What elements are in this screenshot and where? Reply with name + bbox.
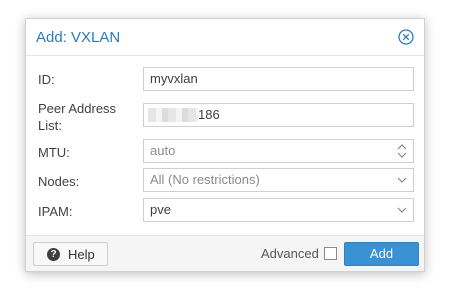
advanced-checkbox[interactable] [324,247,337,260]
chevron-down-icon[interactable] [395,172,409,188]
question-circle-icon: ? [47,248,60,261]
ipam-value: pve [150,202,171,217]
peer-address-input[interactable]: 186 [143,103,414,127]
close-icon[interactable] [398,29,414,45]
advanced-label: Advanced [261,246,319,261]
nodes-value: All (No restrictions) [150,172,260,187]
help-button[interactable]: ? Help [33,242,108,266]
mtu-placeholder: auto [150,143,176,158]
nodes-label: Nodes: [38,174,80,189]
spinner-up-down-icon[interactable] [395,143,409,159]
dialog-footer: ? Help Advanced Add [26,235,424,271]
mtu-input[interactable]: auto [143,139,414,163]
peer-address-value: 186 [198,107,220,122]
id-label: ID: [38,72,55,87]
id-input[interactable]: myvxlan [143,67,414,91]
dialog-title: Add: VXLAN [36,29,121,46]
ipam-select[interactable]: pve [143,198,414,222]
peer-address-label-line2: List: [38,118,62,133]
peer-address-label-line1: Peer Address [38,101,117,116]
add-vxlan-dialog: Add: VXLAN ID: myvxlan Peer Address List… [25,18,425,272]
help-button-label: Help [68,247,95,262]
chevron-down-icon[interactable] [395,202,409,218]
mtu-label: MTU: [38,145,70,160]
dialog-header: Add: VXLAN [26,19,424,56]
ipam-label: IPAM: [38,204,73,219]
peer-address-label: Peer Address List: [38,100,116,134]
redacted-text [148,107,198,122]
add-button[interactable]: Add [344,242,419,266]
nodes-select[interactable]: All (No restrictions) [143,168,414,192]
